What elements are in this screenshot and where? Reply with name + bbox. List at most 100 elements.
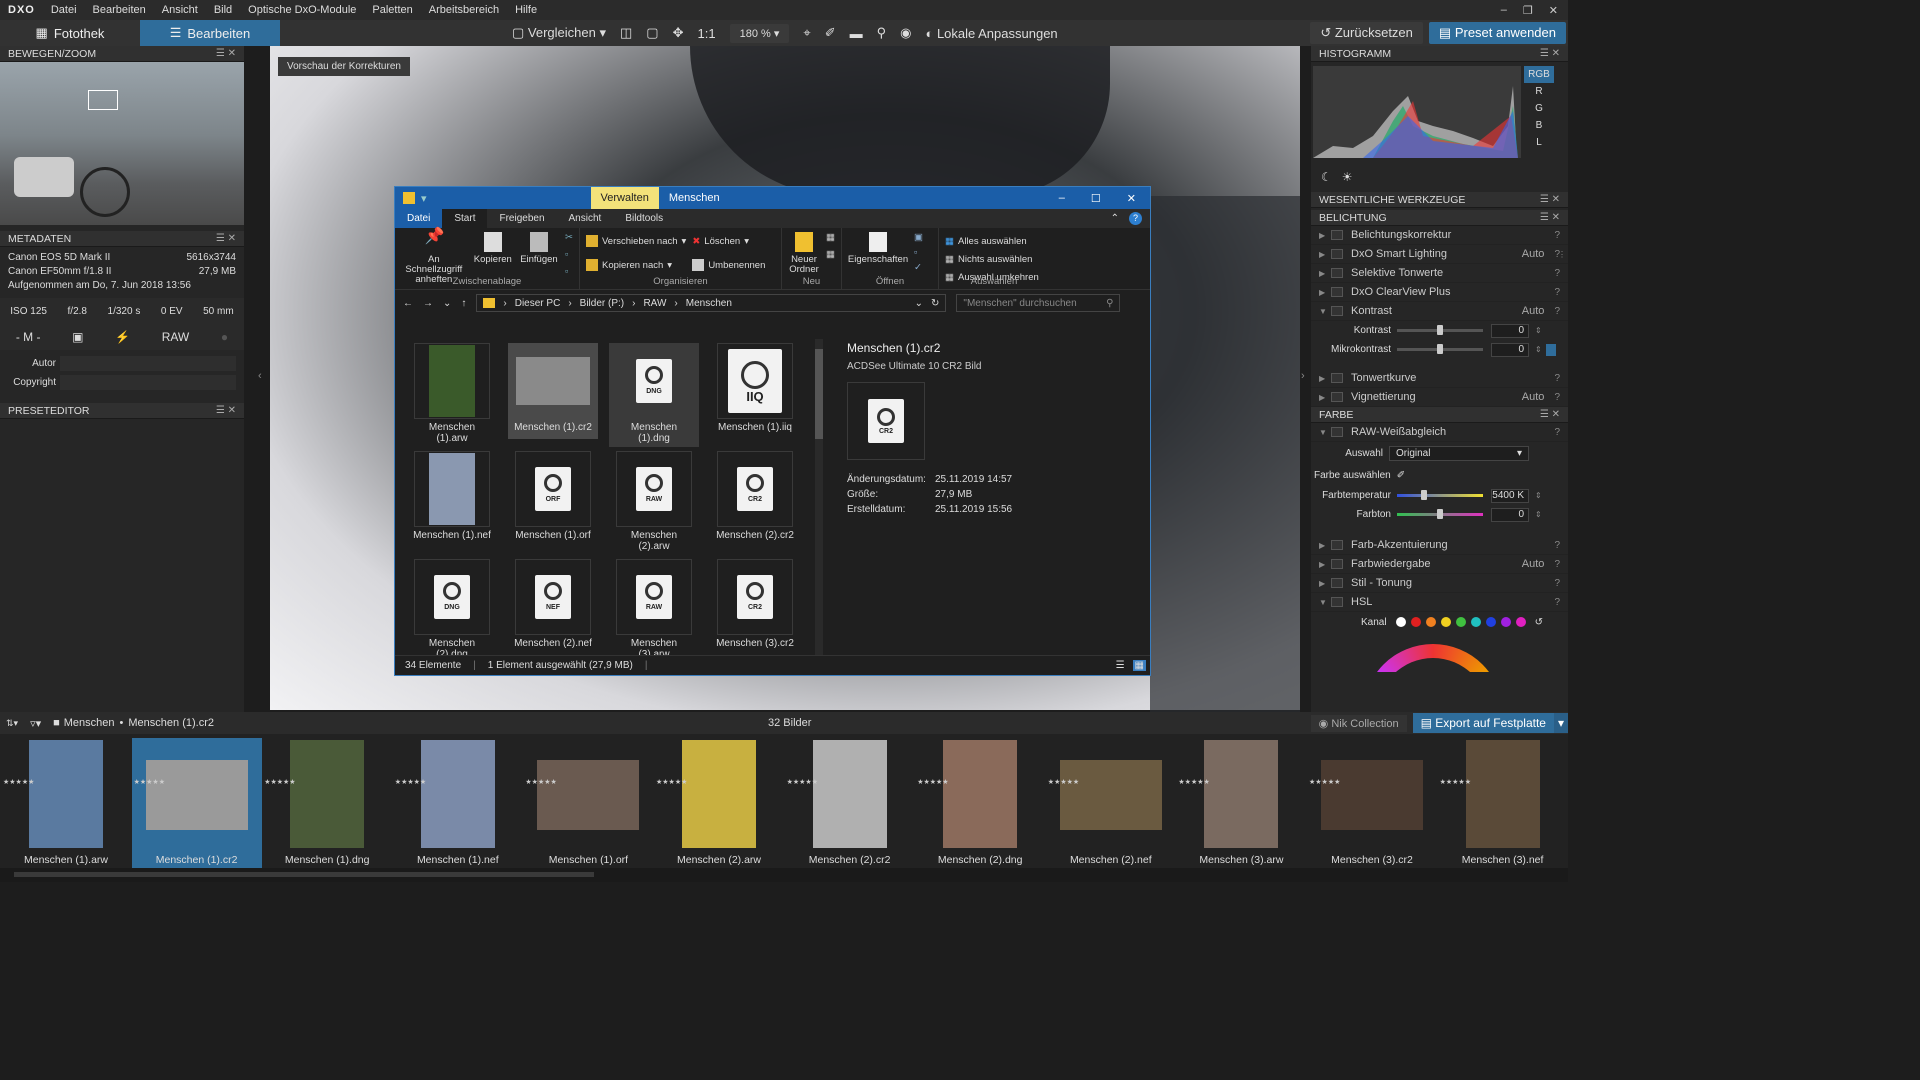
rating-stars[interactable]: ★★★★★ xyxy=(3,778,34,787)
channel-g[interactable]: G xyxy=(1524,100,1554,117)
breadcrumb-this-pc[interactable]: Dieser PC xyxy=(515,298,561,309)
menu-arbeitsbereich[interactable]: Arbeitsbereich xyxy=(421,4,507,16)
help-icon[interactable]: ? xyxy=(1554,306,1560,317)
tab-datei[interactable]: Datei xyxy=(395,209,443,228)
rating-stars[interactable]: ★★★★★ xyxy=(395,778,426,787)
rating-stars[interactable]: ★★★★★ xyxy=(787,778,818,787)
microcontrast-value[interactable]: 0 xyxy=(1491,342,1529,357)
wb-preset-select[interactable]: Original ▾ xyxy=(1389,445,1529,461)
rating-stars[interactable]: ★★★★★ xyxy=(1048,778,1079,787)
fit-icon[interactable]: ▢ xyxy=(646,25,658,41)
contrast-slider[interactable] xyxy=(1397,325,1483,335)
file-item[interactable]: Menschen (1).nef xyxy=(407,451,497,547)
panel-menu-icon[interactable]: ☰ ✕ xyxy=(1540,48,1560,59)
rating-stars[interactable]: ★★★★★ xyxy=(1178,778,1209,787)
menu-datei[interactable]: Datei xyxy=(43,4,85,16)
rename-button[interactable]: Umbenennen xyxy=(692,256,765,274)
help-icon[interactable]: ? xyxy=(1554,287,1560,298)
details-view-icon[interactable]: ☰ xyxy=(1116,660,1125,671)
export-button[interactable]: ▤ Export auf Festplatte xyxy=(1412,713,1554,733)
tool-row[interactable]: ▶ Tonwertkurve? xyxy=(1311,369,1568,388)
reset-button[interactable]: ↺ Zurücksetzen xyxy=(1310,22,1423,44)
menu-ansicht[interactable]: Ansicht xyxy=(154,4,206,16)
collapse-right-icon[interactable]: › xyxy=(1301,370,1305,382)
recent-icon[interactable]: ⌄ xyxy=(443,298,451,309)
compare-button[interactable]: ▢ Vergleichen ▾ xyxy=(512,25,606,41)
split-view-icon[interactable]: ◫ xyxy=(620,25,632,41)
move-to-button[interactable]: Verschieben nach ▾ xyxy=(586,232,686,250)
enable-checkbox[interactable] xyxy=(1331,392,1343,402)
tool-row[interactable]: ▶ DxO Smart Lighting Auto? xyxy=(1311,245,1568,264)
file-item[interactable]: CR2 Menschen (2).cr2 xyxy=(710,451,800,547)
breadcrumb-folder[interactable]: Menschen xyxy=(64,717,115,729)
auto-microcontrast-icon[interactable] xyxy=(1545,343,1556,356)
help-icon[interactable]: ? xyxy=(1554,597,1560,608)
panel-menu-icon[interactable]: ☰ ✕ xyxy=(1540,194,1560,205)
eye-icon[interactable]: ◉ xyxy=(900,25,911,41)
maximize-icon[interactable]: ☐ xyxy=(1091,192,1101,205)
collapse-ribbon-icon[interactable]: ⌃ xyxy=(1111,213,1119,224)
moon-icon[interactable]: ☾ xyxy=(1321,170,1332,184)
enable-checkbox[interactable] xyxy=(1331,540,1343,550)
enable-checkbox[interactable] xyxy=(1331,578,1343,588)
restore-icon[interactable]: ❐ xyxy=(1523,4,1533,17)
file-item[interactable]: RAW Menschen (2).arw xyxy=(609,451,699,552)
enable-checkbox[interactable] xyxy=(1331,287,1343,297)
eyedropper-icon[interactable]: ✐ xyxy=(1397,470,1405,481)
panel-menu-icon[interactable]: ☰ ✕ xyxy=(1540,212,1560,223)
help-icon[interactable]: ? xyxy=(1554,268,1560,279)
filmstrip-scrollbar[interactable] xyxy=(0,868,1568,882)
tool-row[interactable]: ▼ Kontrast Auto? xyxy=(1311,302,1568,321)
sun-icon[interactable]: ☀ xyxy=(1342,170,1353,184)
close-icon[interactable]: ✕ xyxy=(1549,4,1558,17)
file-item[interactable]: IIQ Menschen (1).iiq xyxy=(710,343,800,439)
rating-stars[interactable]: ★★★★★ xyxy=(264,778,295,787)
refresh-icon[interactable]: ↻ xyxy=(931,298,939,309)
filmstrip-thumbnail[interactable]: ★★★★★Menschen (3).cr2 xyxy=(1307,738,1437,870)
hsl-channel-dot[interactable] xyxy=(1425,617,1436,627)
repair-icon[interactable]: ⚲ xyxy=(877,25,887,41)
channel-b[interactable]: B xyxy=(1524,117,1554,134)
address-path[interactable]: › Dieser PC › Bilder (P:) › RAW › Mensch… xyxy=(476,294,947,312)
panel-menu-icon[interactable]: ☰ ✕ xyxy=(216,233,236,244)
hsl-channel-dot[interactable] xyxy=(1470,617,1481,627)
hsl-channel-dot[interactable] xyxy=(1455,617,1466,627)
minimize-icon[interactable]: – xyxy=(1501,4,1507,17)
rating-stars[interactable]: ★★★★★ xyxy=(656,778,687,787)
paste-button[interactable]: Einfügen xyxy=(519,232,559,265)
hsl-channel-dot[interactable] xyxy=(1485,617,1496,627)
filmstrip-thumbnail[interactable]: ★★★★★ Menschen (1).arw xyxy=(1,738,131,870)
breadcrumb-raw[interactable]: RAW xyxy=(643,298,666,309)
enable-checkbox[interactable] xyxy=(1331,249,1343,259)
hsl-channel-dot[interactable] xyxy=(1500,617,1511,627)
tint-slider[interactable] xyxy=(1397,509,1483,519)
slider-knob[interactable] xyxy=(1421,490,1427,500)
tool-row[interactable]: ▶ Farbwiedergabe Auto? xyxy=(1311,555,1568,574)
help-icon[interactable]: ? xyxy=(1554,230,1560,241)
breadcrumb-menschen[interactable]: Menschen xyxy=(686,298,732,309)
slider-knob[interactable] xyxy=(1437,509,1443,519)
help-icon[interactable]: ? xyxy=(1554,540,1560,551)
copy-button[interactable]: Kopieren xyxy=(473,232,513,265)
properties-button[interactable]: Eigenschaften xyxy=(848,232,908,265)
scrollbar-thumb[interactable] xyxy=(815,349,823,439)
filmstrip-thumbnail[interactable]: ★★★★★ Menschen (2).cr2 xyxy=(785,738,915,870)
file-item[interactable]: DNG Menschen (2).dng xyxy=(407,559,497,655)
microcontrast-slider[interactable] xyxy=(1397,344,1483,354)
hsl-channel-dot[interactable] xyxy=(1515,617,1526,627)
filmstrip-thumbnail[interactable]: ★★★★★Menschen (1).orf xyxy=(523,738,653,870)
minimize-icon[interactable]: – xyxy=(1059,192,1065,205)
select-none-button[interactable]: ▦ Nichts auswählen xyxy=(945,250,1039,268)
file-item[interactable]: NEF Menschen (2).nef xyxy=(508,559,598,655)
preview-corrections-button[interactable]: Vorschau der Korrekturen xyxy=(278,57,410,76)
temperature-slider[interactable] xyxy=(1397,490,1483,500)
cut-icon[interactable]: ✂ xyxy=(565,232,573,243)
tool-row[interactable]: ▶ Selektive Tonwerte? xyxy=(1311,264,1568,283)
tool-row[interactable]: ▶ Belichtungskorrektur? xyxy=(1311,226,1568,245)
chevron-down-icon[interactable]: ⌄ xyxy=(915,298,923,309)
reset-icon[interactable]: ↺ xyxy=(1535,617,1543,628)
help-icon[interactable]: ? xyxy=(1554,392,1560,403)
move-icon[interactable]: ✥ xyxy=(673,25,684,41)
collapse-left-icon[interactable]: ‹ xyxy=(258,370,262,382)
close-icon[interactable]: ✕ xyxy=(1127,192,1136,205)
